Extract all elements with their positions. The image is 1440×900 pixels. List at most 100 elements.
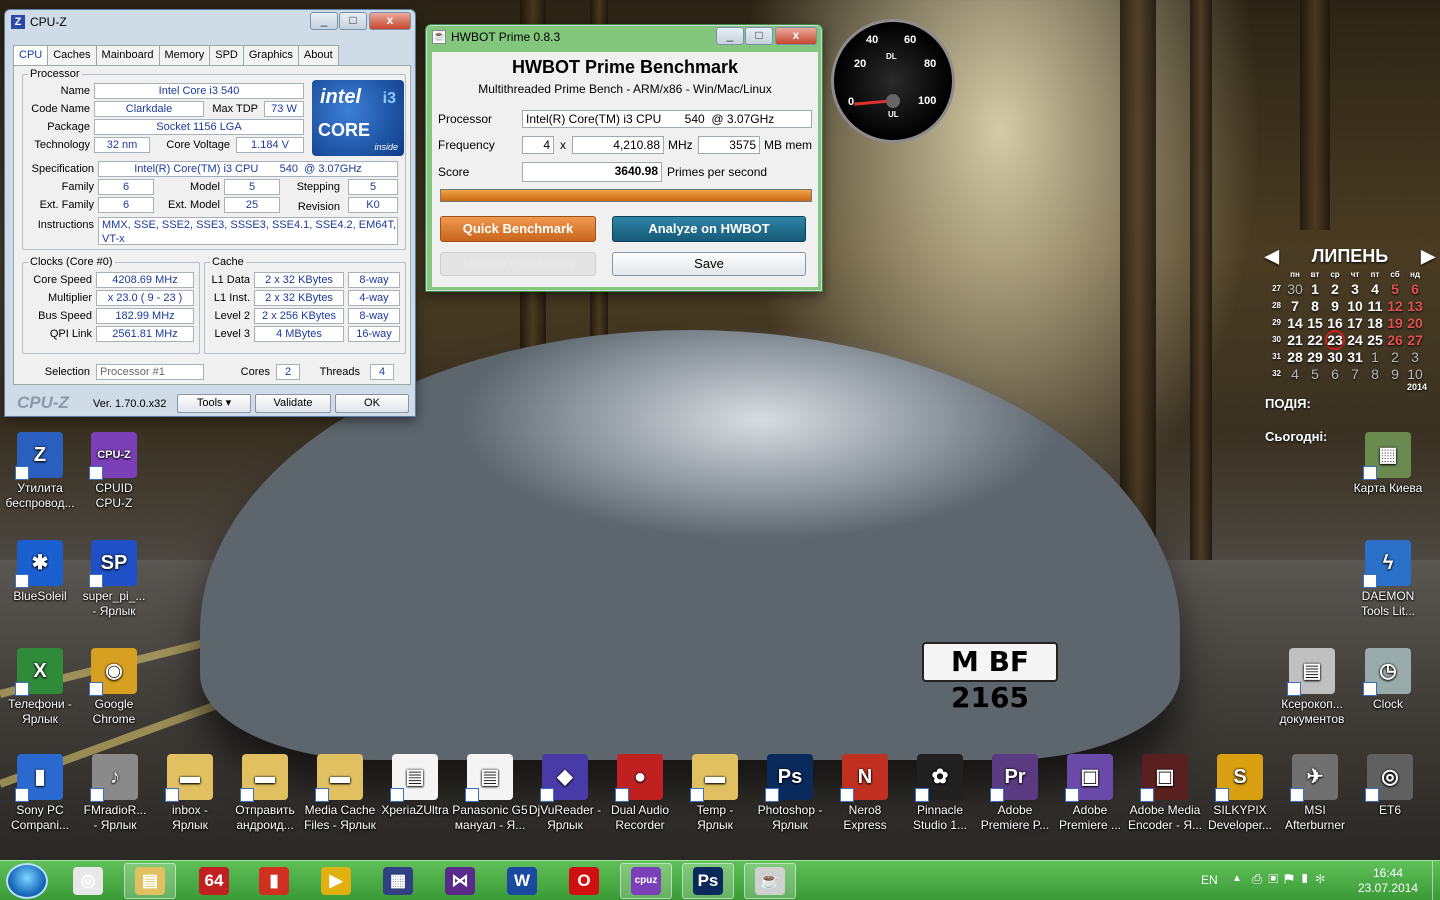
desktop-icon[interactable]: ▣ Adobe Premiere ... <box>1051 754 1129 833</box>
calendar-day[interactable]: 31 <box>1345 349 1365 365</box>
desktop-icon[interactable]: ▬ Temp - Ярлык <box>676 754 754 833</box>
calendar-day[interactable]: 25 <box>1365 332 1385 348</box>
calendar-day[interactable]: 14 <box>1285 315 1305 331</box>
calendar-day[interactable]: 30 <box>1285 281 1305 297</box>
calendar-day[interactable]: 18 <box>1365 315 1385 331</box>
calendar-day[interactable]: 27 <box>1405 332 1425 348</box>
start-button[interactable] <box>6 863 48 899</box>
calendar-day[interactable]: 7 <box>1345 366 1365 382</box>
tab-spd[interactable]: SPD <box>209 45 244 65</box>
calendar-day[interactable]: 3 <box>1345 281 1365 297</box>
desktop-icon[interactable]: SP super_pi_... - Ярлык <box>75 540 153 619</box>
desktop-icon[interactable]: ▣ Adobe Media Encoder - Я... <box>1126 754 1204 833</box>
validate-button[interactable]: Validate <box>255 394 331 413</box>
calendar-day[interactable]: 16 <box>1325 315 1345 331</box>
taskbar-app-button[interactable]: Ps <box>682 863 734 899</box>
next-month-icon[interactable]: ▶ <box>1421 246 1435 267</box>
calendar-day[interactable]: 1 <box>1305 281 1325 297</box>
calendar-day[interactable]: 30 <box>1325 349 1345 365</box>
analyze-hwbot-button[interactable]: Analyze on HWBOT <box>612 216 806 242</box>
desktop-icon[interactable]: Z Утилита беспровод... <box>1 432 79 511</box>
desktop-icon[interactable]: ▤ Ксерокоп... документов <box>1273 648 1351 727</box>
desktop-icon[interactable]: ▦ Карта Киева <box>1349 432 1427 496</box>
calendar-day[interactable]: 4 <box>1365 281 1385 297</box>
calendar-day[interactable]: 29 <box>1305 349 1325 365</box>
calendar-day[interactable]: 20 <box>1405 315 1425 331</box>
desktop-icon[interactable]: ▤ XperiaZUltra <box>376 754 454 818</box>
calendar-day[interactable]: 17 <box>1345 315 1365 331</box>
taskbar-app-button[interactable]: ⋈ <box>434 863 486 899</box>
stability-benchmark-button[interactable]: Stability Benchmark <box>440 252 596 276</box>
desktop-icon[interactable]: S SILKYPIX Developer... <box>1201 754 1279 833</box>
tray-icons[interactable]: ⎙▣⚑▮✻ <box>1252 871 1331 887</box>
desktop-icon[interactable]: N Nero8 Express <box>826 754 904 833</box>
calendar-day[interactable]: 8 <box>1365 366 1385 382</box>
tools-button[interactable]: Tools ▾ <box>177 394 251 413</box>
maximize-button[interactable]: □ <box>339 12 367 30</box>
calendar-day[interactable]: 23 <box>1325 329 1345 350</box>
desktop-icon[interactable]: CPU-Z CPUID CPU-Z <box>75 432 153 511</box>
calendar-day[interactable]: 6 <box>1325 366 1345 382</box>
calendar-day[interactable]: 1 <box>1365 349 1385 365</box>
taskbar-app-button[interactable]: ◎ <box>62 863 114 899</box>
desktop-icon[interactable]: X Телефони - Ярлык <box>1 648 79 727</box>
tab-graphics[interactable]: Graphics <box>242 45 299 65</box>
taskbar-app-button[interactable]: ▮ <box>248 863 300 899</box>
calendar-day[interactable]: 3 <box>1405 349 1425 365</box>
desktop-icon[interactable]: ϟ DAEMON Tools Lit... <box>1349 540 1427 619</box>
calendar-day[interactable]: 26 <box>1385 332 1405 348</box>
calendar-day[interactable]: 6 <box>1405 281 1425 297</box>
close-button[interactable]: x <box>775 27 817 45</box>
taskbar-app-button[interactable]: ▶ <box>310 863 362 899</box>
calendar-day[interactable]: 10 <box>1405 366 1425 382</box>
clock[interactable]: 16:44 23.07.2014 <box>1348 866 1428 896</box>
desktop-icon[interactable]: ◷ Clock <box>1349 648 1427 712</box>
calendar-day[interactable]: 9 <box>1325 298 1345 314</box>
desktop-icon[interactable]: ▬ Media Cache Files - Ярлык <box>301 754 379 833</box>
ok-button[interactable]: OK <box>335 394 409 413</box>
tab-about[interactable]: About <box>297 45 339 65</box>
calendar-day[interactable]: 10 <box>1345 298 1365 314</box>
tab-memory[interactable]: Memory <box>158 45 211 65</box>
tray-expand-icon[interactable]: ▲ <box>1232 873 1242 884</box>
calendar-day[interactable]: 8 <box>1305 298 1325 314</box>
language-indicator[interactable]: EN <box>1201 873 1218 887</box>
calendar-day[interactable]: 7 <box>1285 298 1305 314</box>
desktop-icon[interactable]: ▬ inbox - Ярлык <box>151 754 229 833</box>
tab-caches[interactable]: Caches <box>47 45 97 65</box>
calendar-day[interactable]: 24 <box>1345 332 1365 348</box>
calendar-day[interactable]: 5 <box>1385 281 1405 297</box>
calendar-day[interactable]: 28 <box>1285 349 1305 365</box>
calendar-day[interactable]: 5 <box>1305 366 1325 382</box>
show-desktop-button[interactable] <box>1432 861 1440 900</box>
calendar-day[interactable]: 11 <box>1365 298 1385 314</box>
desktop-icon[interactable]: Pr Adobe Premiere P... <box>976 754 1054 833</box>
quick-benchmark-button[interactable]: Quick Benchmark <box>440 216 596 242</box>
close-button[interactable]: x <box>369 12 411 30</box>
calendar-gadget[interactable]: ◀ ЛИПЕНЬ ▶ пн вт ср чт пт сб нд 27 30 1 2 3 4… <box>1265 244 1435 445</box>
taskbar-app-button[interactable]: O <box>558 863 610 899</box>
calendar-day[interactable]: 9 <box>1385 366 1405 382</box>
desktop-icon[interactable]: ✱ BlueSoleil <box>1 540 79 604</box>
calendar-day[interactable]: 13 <box>1405 298 1425 314</box>
desktop-icon[interactable]: ◎ ET6 <box>1351 754 1429 818</box>
desktop-icon[interactable]: ◉ Google Chrome <box>75 648 153 727</box>
desktop-icon[interactable]: ▤ Panasonic G5 мануал - Я... <box>451 754 529 833</box>
taskbar-app-button[interactable]: ▦ <box>372 863 424 899</box>
hwbot-window[interactable]: ☕ HWBOT Prime 0.8.3 _ □ x HWBOT Prime Be… <box>425 24 823 292</box>
calendar-day[interactable]: 2 <box>1385 349 1405 365</box>
minimize-button[interactable]: _ <box>310 12 338 30</box>
desktop-icon[interactable]: ▮ Sony PC Compani... <box>1 754 79 833</box>
taskbar-app-button[interactable]: cpuz <box>620 863 672 899</box>
calendar-day[interactable]: 12 <box>1385 298 1405 314</box>
taskbar-app-button[interactable]: 64 <box>188 863 240 899</box>
selection-select[interactable]: Processor #1 <box>96 364 204 380</box>
calendar-day[interactable]: 15 <box>1305 315 1325 331</box>
maximize-button[interactable]: □ <box>745 27 773 45</box>
desktop-icon[interactable]: ▬ Отправить андроид... <box>226 754 304 833</box>
desktop-icon[interactable]: Ps Photoshop - Ярлык <box>751 754 829 833</box>
desktop-icon[interactable]: ● Dual Audio Recorder <box>601 754 679 833</box>
calendar-day[interactable]: 4 <box>1285 366 1305 382</box>
calendar-day[interactable]: 19 <box>1385 315 1405 331</box>
taskbar-app-button[interactable]: ☕ <box>744 863 796 899</box>
